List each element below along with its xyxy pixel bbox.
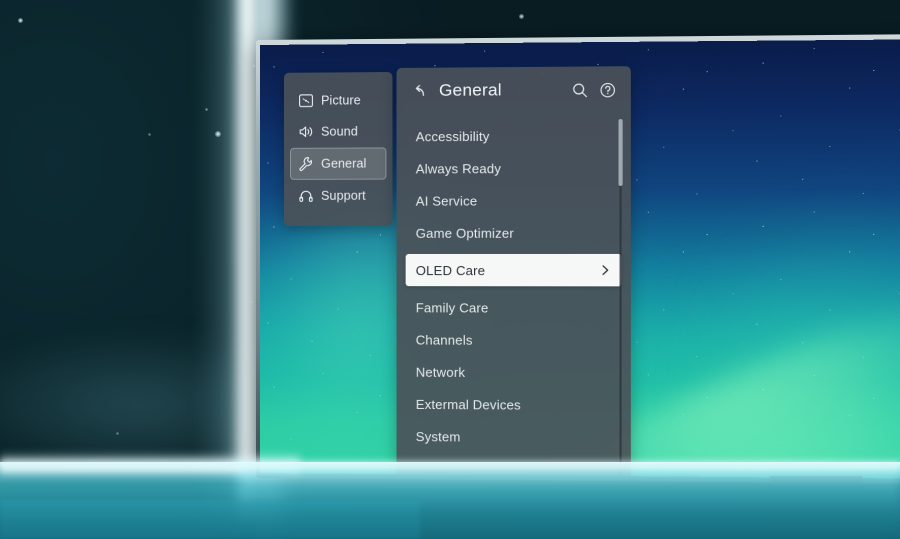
vertical-light-beam-core <box>232 0 258 520</box>
sidebar-item-sound[interactable]: Sound <box>290 116 386 147</box>
menu-item-ai-service[interactable]: AI Service <box>406 184 622 217</box>
menu-item-oled-care[interactable]: OLED Care <box>405 253 622 287</box>
menu-item-label: AI Service <box>415 192 478 209</box>
back-arrow-icon[interactable] <box>409 81 429 101</box>
floor-foreground <box>0 500 420 539</box>
menu-item-label: Game Optimizer <box>415 225 514 241</box>
settings-panel: General Accessibility Always Ready AI Se… <box>396 66 631 479</box>
menu-item-external-devices[interactable]: Extermal Devices <box>406 388 622 422</box>
chevron-right-icon <box>599 264 611 276</box>
help-icon[interactable] <box>599 81 616 98</box>
menu-item-label: Always Ready <box>415 160 502 176</box>
menu-item-always-ready[interactable]: Always Ready <box>406 151 622 184</box>
sidebar-item-label: Sound <box>321 124 358 139</box>
menu-item-channels[interactable]: Channels <box>406 323 622 356</box>
screenshot-stage: Picture Sound General Support General Ac… <box>0 0 900 539</box>
menu-item-label: Extermal Devices <box>415 396 521 413</box>
sidebar-item-label: Support <box>321 188 366 203</box>
menu-item-label: Accessibility <box>415 128 490 144</box>
menu-item-label: OLED Care <box>415 262 486 278</box>
menu-item-game-optimizer[interactable]: Game Optimizer <box>406 216 622 249</box>
menu-item-system[interactable]: System <box>406 420 622 454</box>
tv-screen: Picture Sound General Support General Ac… <box>260 39 900 479</box>
settings-sidebar: Picture Sound General Support <box>283 72 393 226</box>
page-title: General <box>438 80 502 100</box>
menu-item-network[interactable]: Network <box>406 356 622 389</box>
sidebar-item-general[interactable]: General <box>289 147 387 180</box>
sidebar-item-support[interactable]: Support <box>290 181 386 211</box>
wrench-icon <box>298 156 312 171</box>
picture-icon <box>298 94 313 107</box>
sidebar-item-label: General <box>321 156 367 171</box>
sidebar-item-picture[interactable]: Picture <box>290 85 386 116</box>
sound-icon <box>299 126 312 137</box>
menu-item-label: System <box>415 428 461 444</box>
sidebar-item-label: Picture <box>321 93 361 108</box>
menu-item-label: Family Care <box>415 299 489 316</box>
television: Picture Sound General Support General Ac… <box>256 34 900 484</box>
menu-item-label: Channels <box>415 331 473 348</box>
menu-item-accessibility[interactable]: Accessibility <box>406 119 622 152</box>
settings-menu-list: Accessibility Always Ready AI Service Ga… <box>397 113 631 454</box>
menu-scrollbar-thumb[interactable] <box>618 119 623 186</box>
panel-header: General <box>397 66 631 114</box>
search-icon[interactable] <box>571 81 588 98</box>
headset-icon <box>298 190 313 202</box>
menu-item-label: Network <box>415 364 466 380</box>
menu-item-family-care[interactable]: Family Care <box>406 291 622 324</box>
